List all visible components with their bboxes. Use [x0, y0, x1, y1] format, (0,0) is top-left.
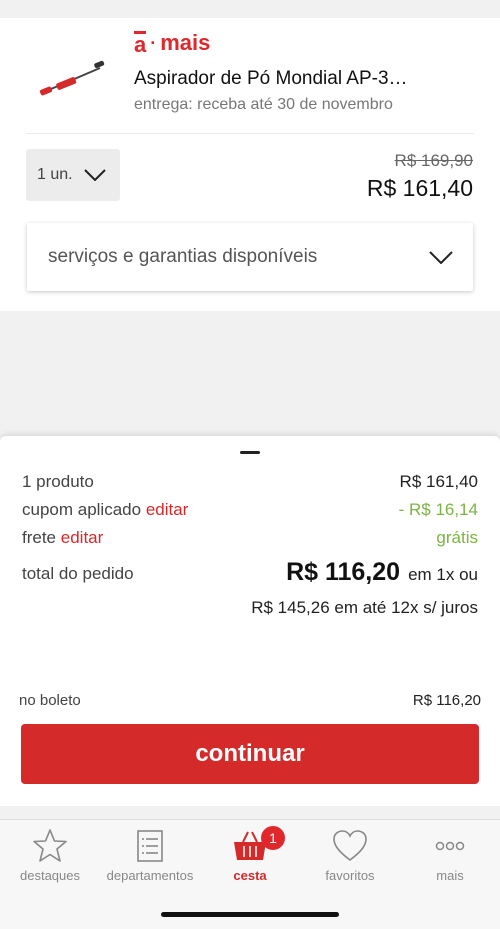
products-row: 1 produto R$ 161,40 — [22, 472, 478, 492]
quantity-value: 1 un. — [37, 166, 73, 183]
coupon-edit-link[interactable]: editar — [146, 500, 189, 519]
shipping-edit-link[interactable]: editar — [61, 528, 104, 547]
brand-prefix: a — [134, 30, 147, 57]
tab-label: cesta — [233, 868, 267, 883]
tab-destaques[interactable]: destaques — [0, 826, 100, 883]
services-dropdown[interactable]: serviços e garantias disponíveis — [27, 223, 473, 291]
quantity-selector[interactable]: 1 un. — [26, 149, 120, 201]
boleto-value: R$ 116,20 — [412, 692, 481, 709]
total-suffix: em 1x ou — [408, 565, 478, 584]
tab-label: mais — [436, 868, 464, 883]
continue-button[interactable]: continuar — [21, 724, 479, 784]
product-title[interactable]: Aspirador de Pó Mondial AP-3… — [134, 68, 474, 90]
tab-cesta[interactable]: cesta 1 — [200, 826, 300, 883]
shipping-row: frete editar grátis — [22, 528, 478, 548]
coupon-row: cupom aplicado editar - R$ 16,14 — [22, 500, 478, 520]
brand-name: mais — [160, 30, 211, 55]
tab-mais[interactable]: mais — [400, 826, 500, 883]
old-price: R$ 169,90 — [394, 151, 473, 170]
chevron-down-icon — [429, 250, 453, 264]
cart-count-badge: 1 — [261, 826, 285, 850]
brand-dot: · — [150, 32, 157, 53]
shipping-label: frete — [22, 528, 57, 547]
boleto-row: no boleto R$ 116,20 — [19, 692, 481, 709]
products-label: 1 produto — [22, 472, 94, 491]
tab-label: favoritos — [325, 868, 375, 883]
installments-info: R$ 145,26 em até 12x s/ juros — [251, 598, 478, 617]
products-value: R$ 161,40 — [399, 472, 478, 491]
shipping-value: grátis — [436, 528, 478, 547]
sheet-handle[interactable] — [240, 451, 260, 454]
boleto-label: no boleto — [19, 692, 81, 709]
divider — [26, 133, 474, 134]
heart-icon — [333, 830, 367, 862]
delivery-info: entrega: receba até 30 de novembro — [134, 96, 393, 113]
list-icon — [137, 830, 163, 862]
product-card: a · mais Aspirador de Pó Mondial AP-3… e… — [0, 18, 500, 311]
tab-favoritos[interactable]: favoritos — [300, 826, 400, 883]
chevron-down-icon — [84, 169, 106, 181]
tab-departamentos[interactable]: departamentos — [100, 826, 200, 883]
coupon-value: - R$ 16,14 — [398, 500, 478, 519]
product-thumbnail[interactable] — [38, 58, 108, 98]
star-icon — [33, 829, 67, 862]
total-label: total do pedido — [22, 564, 134, 583]
coupon-label: cupom aplicado — [22, 500, 142, 519]
total-value: R$ 116,20 — [286, 558, 401, 586]
tab-label: departamentos — [106, 868, 194, 883]
home-indicator[interactable] — [161, 912, 339, 917]
total-value-group: R$ 116,20 em 1x ou — [286, 558, 478, 587]
order-summary-sheet: 1 produto R$ 161,40 cupom aplicado edita… — [0, 436, 500, 636]
payment-area: no boleto R$ 116,20 continuar — [0, 636, 500, 806]
product-price: R$ 161,40 — [366, 175, 473, 201]
more-icon — [435, 841, 465, 851]
services-label: serviços e garantias disponíveis — [48, 246, 318, 267]
brand-logo: a · mais — [134, 30, 210, 56]
tab-label: destaques — [20, 868, 80, 883]
